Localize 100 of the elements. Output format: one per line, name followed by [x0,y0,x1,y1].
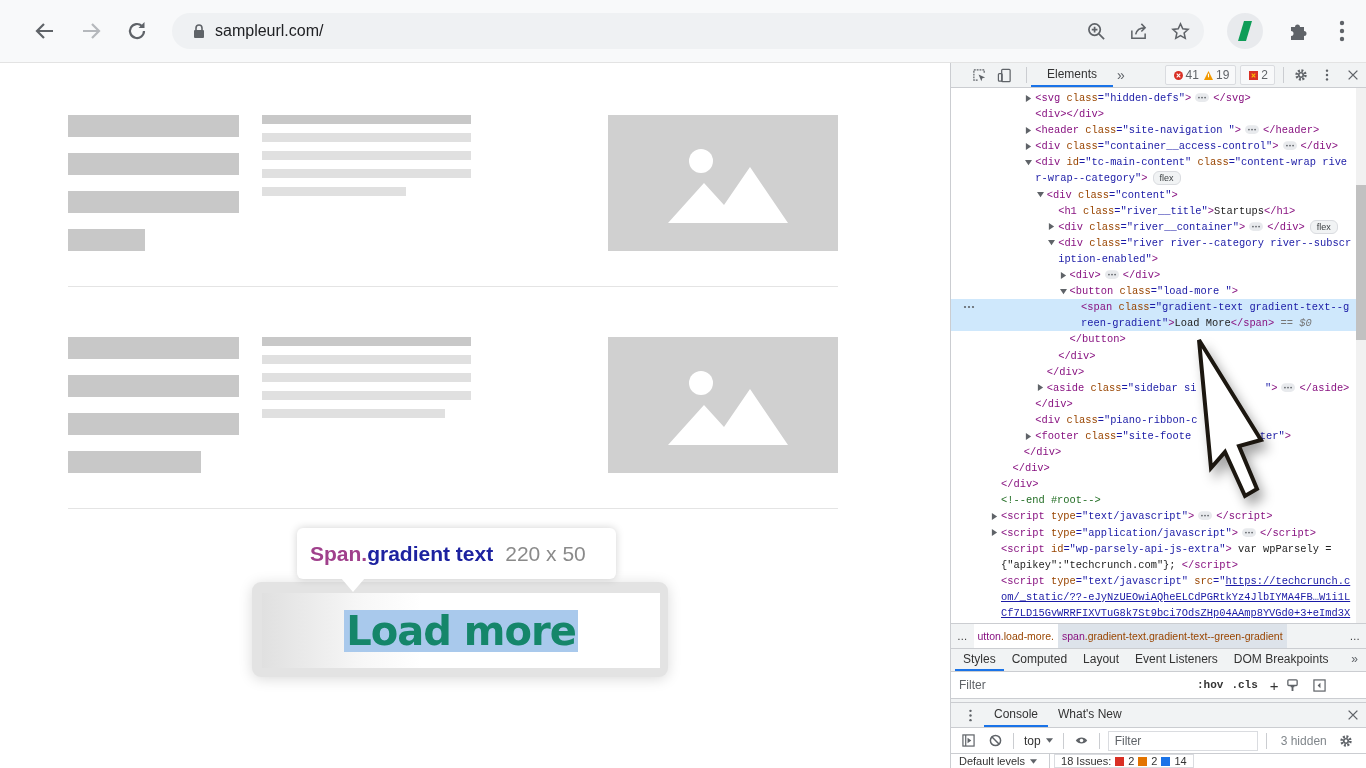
collapsed-triangle-icon[interactable] [1048,223,1056,231]
expanded-triangle-icon[interactable] [1059,287,1067,295]
collapsed-triangle-icon[interactable] [1036,384,1044,392]
collapsed-triangle-icon[interactable] [1025,126,1033,134]
styles-pane-tab[interactable]: Computed [1003,649,1076,671]
breadcrumb[interactable]: utton.load-more. [973,624,1058,648]
ellipsis-icon[interactable] [1282,141,1297,151]
device-icon[interactable] [997,67,1012,83]
dom-node-row[interactable]: <button class="load-more "> [951,283,1356,300]
extension-icon[interactable] [1227,13,1263,49]
dom-node-row[interactable]: <div id="tc-main-content" class="content-wrap rive [951,154,1356,171]
drawer-tab[interactable]: Console [984,703,1049,727]
close-icon[interactable] [1346,68,1360,82]
dom-node-row[interactable]: <script id="wp-parsely-api-js-extra"> var wpParsely = [951,540,1356,557]
url-link[interactable]: Cf7LD15GvWRRFIXVTuG8k7St9bci7OdsZHp04AAmp8YVGd0+3+eImd3X [1001,607,1351,619]
styles-pane-tab[interactable]: Styles [955,649,1004,671]
class-button[interactable]: .cls [1231,679,1258,691]
settings-icon[interactable] [1294,68,1308,82]
close-icon[interactable] [1346,708,1360,722]
dom-node-row[interactable]: <script type="text/javascript"> </script> [951,508,1356,525]
error-warning-counter[interactable]: 41 19 [1164,65,1237,85]
dom-node-row[interactable]: <div class="river__container"> </div> flex [951,218,1356,235]
closing-tag-row[interactable]: </div> [951,395,1356,412]
more-tabs-button[interactable]: » [1117,67,1125,83]
ellipsis-icon[interactable] [1198,511,1213,521]
dom-node-row[interactable]: om/_static/??-eJyNzUEOwiAQheELCdPGRtkYz4JlbIYMA4FB…W1i1L [951,588,1356,605]
elements-tab[interactable]: Elements [1031,63,1114,87]
collapsed-triangle-icon[interactable] [1025,94,1033,102]
eye-icon[interactable] [1074,734,1088,747]
star-icon[interactable] [1171,21,1190,41]
log-levels-dropdown[interactable]: Default levels [959,755,1046,767]
collapsed-triangle-icon[interactable] [1025,432,1033,440]
breadcrumb-overflow[interactable]: … [1343,630,1366,642]
ellipsis-icon[interactable] [1104,270,1119,280]
dom-node-row[interactable]: <header class="site-navigation "> </header> [951,122,1356,139]
ellipsis-icon[interactable] [1242,527,1256,537]
clear-icon[interactable] [989,734,1002,747]
settings-icon[interactable] [1338,733,1353,748]
url-link[interactable]: om/_static/??-eJyNzUEOwiAQheELCdPGRtkYz4JlbIYMA4FB…W1i1L [1001,590,1351,603]
dom-node-row[interactable]: <div class="container__access-control"> </div> [951,138,1356,155]
expanded-triangle-icon[interactable] [1048,239,1056,247]
expanded-triangle-icon[interactable] [1025,158,1033,166]
styles-pane-tab[interactable]: Event Listeners [1127,649,1226,671]
closing-tag-row[interactable]: </div> [951,444,1356,461]
sidebar-icon[interactable] [962,734,975,747]
layout-badge[interactable]: flex [1309,219,1338,234]
collapsed-triangle-icon[interactable] [1025,142,1033,150]
ellipsis-icon[interactable] [1249,221,1264,231]
dom-node-row[interactable]: {"apikey":"techcrunch.com"}; </script> [951,556,1356,573]
drawer-tab[interactable]: What's New [1048,703,1132,727]
ellipsis-icon[interactable] [1281,382,1296,392]
dom-node-row[interactable]: <!--end #root--> [951,492,1356,509]
more-options-icon[interactable] [963,305,975,310]
more-tabs-button[interactable]: » [1343,649,1366,671]
dom-node-row[interactable]: <div class="river river--category river--subscr [951,234,1356,251]
dom-node-row[interactable]: <div> </div> [951,267,1356,284]
closing-tag-row[interactable]: </button> [951,331,1356,348]
closing-tag-row[interactable]: </div> [951,363,1356,380]
dom-node-row[interactable]: <div class="piano-ribbon-c [951,411,1356,428]
paint-icon[interactable] [1285,678,1299,692]
share-icon[interactable] [1129,21,1148,41]
sidebar-toggle-icon[interactable] [1312,678,1326,692]
hover-state-button[interactable]: :hov [1197,679,1224,691]
expanded-triangle-icon[interactable] [1036,191,1044,199]
closing-tag-row[interactable]: </div> [951,347,1356,364]
issues-button[interactable]: 18 Issues: 2 2 14 [1054,754,1194,768]
layout-badge[interactable]: flex [1152,171,1181,186]
dom-node-row[interactable]: <footer class="site-foote ter"> [951,427,1356,445]
inspect-icon[interactable] [972,67,987,83]
context-dropdown[interactable]: top [1018,733,1059,748]
collapsed-triangle-icon[interactable] [1059,271,1067,279]
dom-node-row[interactable]: r-wrap--category"> flex [951,170,1356,187]
dom-node-row[interactable]: <div></div> [951,106,1356,123]
console-filter-field[interactable]: Filter [1107,730,1258,751]
scrollbar[interactable] [1356,88,1366,623]
url-link[interactable]: https://techcrunch.c [1225,574,1351,587]
closing-tag-row[interactable]: </div> [951,460,1356,477]
new-rule-button[interactable]: + [1269,676,1279,694]
dom-node-row[interactable]: iption-enabled"> [951,250,1356,268]
breadcrumb[interactable]: span.gradient-text.gradient-text--green-gradient [1057,624,1287,648]
dom-node-row[interactable]: reen-gradient">Load More</span> == $0 [951,315,1356,332]
ellipsis-icon[interactable] [1195,93,1210,102]
menu-icon[interactable] [1339,19,1345,43]
dom-node-row[interactable]: <div class="content"> [951,186,1356,203]
zoom-icon[interactable] [1087,21,1106,41]
dom-node-row[interactable]: <svg class="hidden-defs"> </svg> [951,90,1356,107]
styles-pane-tab[interactable]: Layout [1075,649,1128,671]
dom-node-row[interactable]: Cf7LD15GvWRRFIXVTuG8k7St9bci7OdsZHp04AAmp8YVGd0+3+eImd3X [951,605,1356,622]
dom-node-row[interactable]: <script type="text/javascript" src="https://techcrunch.c [951,572,1356,589]
issues-counter[interactable]: 2 [1240,65,1275,85]
styles-pane-tab[interactable]: DOM Breakpoints [1225,649,1337,671]
address-bar[interactable]: sampleurl.com/ [172,13,1204,49]
dom-node-row[interactable]: <span class="gradient-text gradient-text--g [951,299,1356,316]
collapsed-triangle-icon[interactable] [991,513,998,520]
collapsed-triangle-icon[interactable] [991,529,998,537]
breadcrumb-overflow[interactable]: … [951,630,974,642]
ellipsis-icon[interactable] [1245,125,1260,135]
dom-node-row[interactable]: <h1 class="river__title">Startups</h1> [951,202,1356,219]
closing-tag-row[interactable]: </div> [951,476,1356,493]
dom-node-row[interactable]: <script type="application/javascript"> </script> [951,524,1356,541]
